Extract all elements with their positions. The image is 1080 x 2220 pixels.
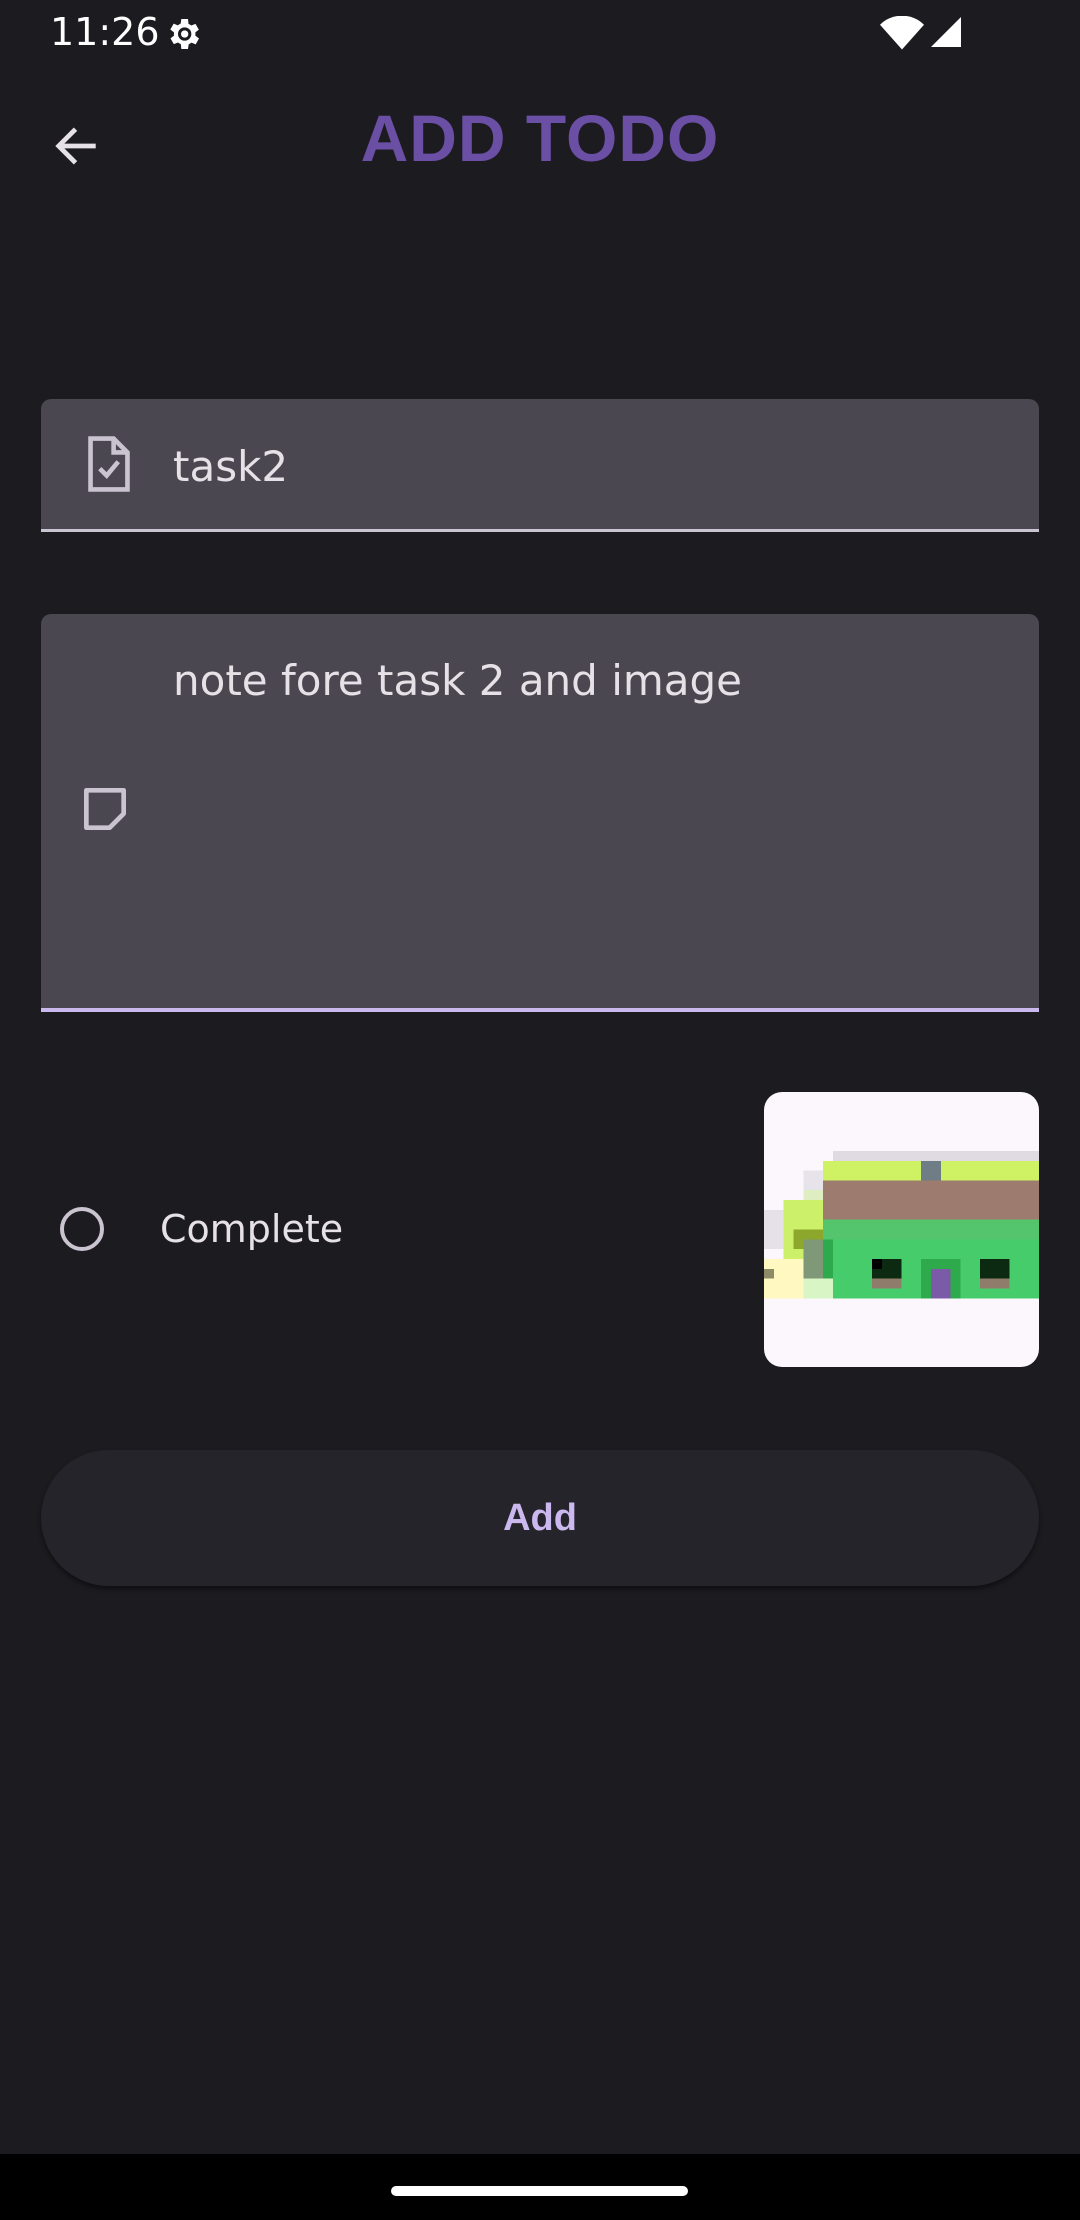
- task-checked-file-icon: [88, 436, 130, 492]
- task-input[interactable]: task2: [41, 399, 1039, 532]
- status-bar: 11:26: [0, 0, 1080, 66]
- complete-option[interactable]: Complete: [60, 1197, 343, 1261]
- complete-label: Complete: [160, 1207, 344, 1251]
- radio-unchecked-icon[interactable]: [60, 1207, 104, 1251]
- app-bar: ADD TODO: [0, 80, 1080, 206]
- wifi-icon: [880, 16, 924, 50]
- home-handle[interactable]: [391, 2186, 688, 2196]
- add-button-label: Add: [503, 1496, 577, 1539]
- note-input[interactable]: note fore task 2 and image: [41, 614, 1039, 1012]
- page-title: ADD TODO: [360, 101, 720, 175]
- sticky-note-icon: [84, 788, 126, 830]
- gear-icon: [170, 19, 199, 49]
- system-nav-bar: [0, 2154, 1080, 2220]
- signal-icon: [931, 17, 961, 47]
- add-button[interactable]: Add: [41, 1450, 1039, 1586]
- note-input-value: note fore task 2 and image: [173, 656, 743, 705]
- status-time: 11:26: [50, 10, 160, 54]
- pixel-art-image: [764, 1092, 1039, 1367]
- task-input-value: task2: [173, 442, 289, 491]
- image-thumbnail[interactable]: [764, 1092, 1039, 1367]
